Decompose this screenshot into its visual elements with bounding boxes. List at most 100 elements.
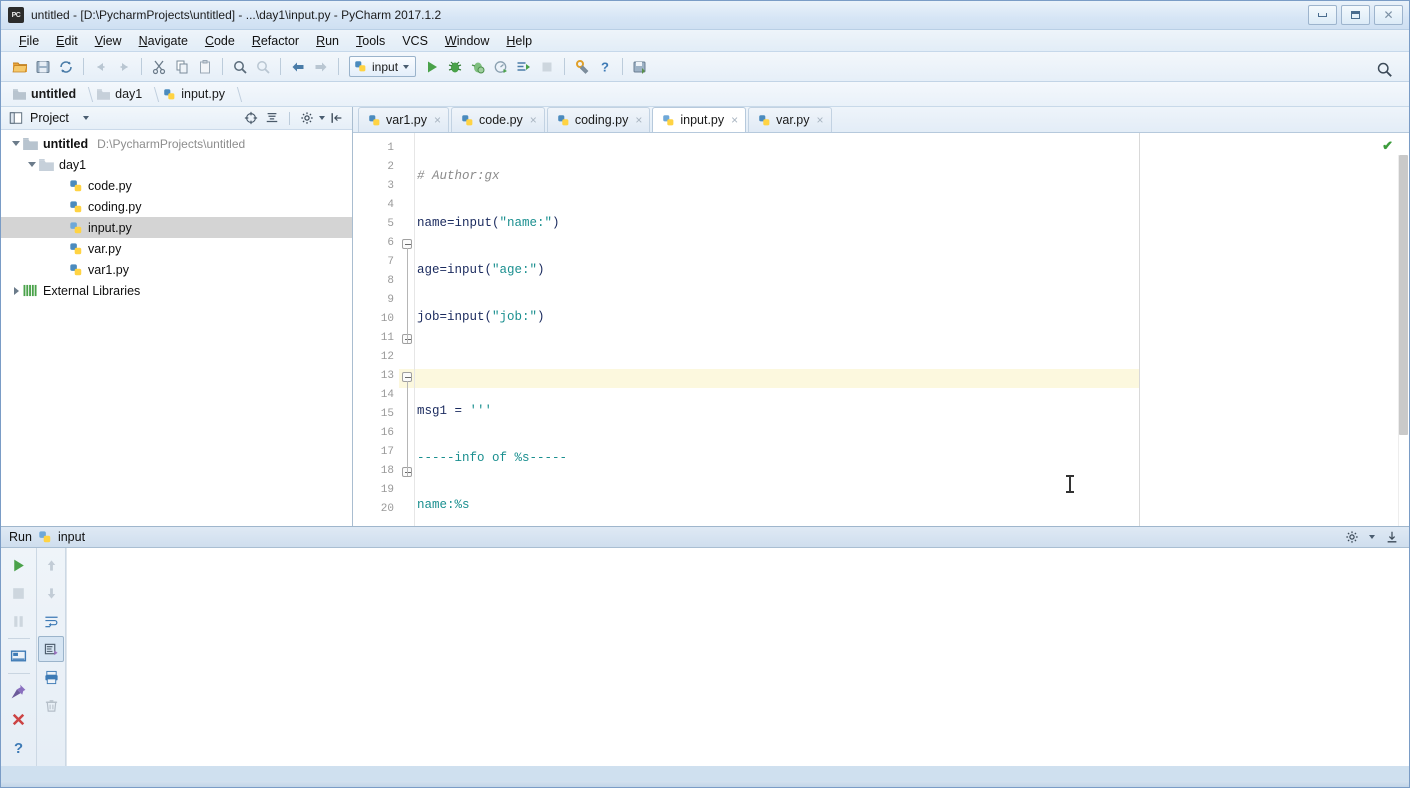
tree-node-external-libraries[interactable]: External Libraries — [1, 280, 352, 301]
twisty-down-icon[interactable] — [25, 162, 39, 167]
code-line: -----info of %s----- — [417, 449, 1139, 468]
menu-help[interactable]: Help — [498, 32, 540, 50]
maximize-button[interactable] — [1341, 5, 1370, 25]
project-tree[interactable]: untitled D:\PycharmProjects\untitled day… — [1, 130, 352, 526]
gear-icon[interactable] — [1343, 528, 1361, 546]
line-number: 20 — [380, 503, 394, 515]
sync-icon[interactable] — [55, 56, 77, 78]
inspection-status-icon[interactable]: ✔ — [1382, 138, 1393, 154]
replace-icon[interactable] — [252, 56, 274, 78]
stop-icon[interactable] — [6, 580, 32, 606]
main-toolbar: input ? — [1, 52, 1409, 82]
run-with-console-icon[interactable] — [513, 56, 535, 78]
menu-navigate[interactable]: Navigate — [131, 32, 196, 50]
menu-edit[interactable]: Edit — [48, 32, 86, 50]
pause-icon[interactable] — [6, 608, 32, 634]
menu-run[interactable]: Run — [308, 32, 347, 50]
menu-view[interactable]: View — [87, 32, 130, 50]
update-icon[interactable] — [629, 56, 651, 78]
coverage-icon[interactable] — [467, 56, 489, 78]
hide-icon[interactable] — [1383, 528, 1401, 546]
breadcrumb-item-day1[interactable]: day1 — [93, 87, 146, 101]
fold-region-bar — [406, 248, 408, 343]
soft-wrap-icon[interactable] — [38, 608, 64, 634]
restore-layout-icon[interactable] — [6, 643, 32, 669]
find-icon[interactable] — [229, 56, 251, 78]
gear-icon[interactable] — [298, 109, 316, 127]
editor-tab-input-py[interactable]: input.py × — [652, 107, 747, 132]
pin-tab-icon[interactable] — [6, 678, 32, 704]
scrollbar-thumb[interactable] — [1399, 155, 1408, 435]
code-text[interactable]: # Author:gx name=input("name:") age=inpu… — [417, 133, 1139, 526]
profile-icon[interactable] — [490, 56, 512, 78]
editor-tab-var1-py[interactable]: var1.py × — [358, 107, 450, 132]
save-all-icon[interactable] — [32, 56, 54, 78]
code-pane[interactable]: 1 2 3 4 5 6 7 8 9 10 11 12 13 14 15 16 1… — [353, 133, 1139, 526]
run-tool-window-label[interactable]: Run — [9, 530, 32, 544]
run-configuration-tab[interactable]: input — [58, 530, 85, 544]
collapse-all-icon[interactable] — [263, 109, 281, 127]
help-icon[interactable]: ? — [6, 734, 32, 760]
chevron-down-icon[interactable] — [319, 116, 325, 120]
menu-tools[interactable]: Tools — [348, 32, 393, 50]
print-icon[interactable] — [38, 664, 64, 690]
close-icon[interactable]: × — [635, 113, 642, 127]
breadcrumb-item-untitled[interactable]: untitled — [9, 87, 80, 101]
tree-node-var-py[interactable]: var.py — [1, 238, 352, 259]
open-folder-icon[interactable] — [9, 56, 31, 78]
menu-file[interactable]: FFileile — [11, 32, 47, 50]
run-icon[interactable] — [421, 56, 443, 78]
menu-vcs[interactable]: VCS — [394, 32, 436, 50]
folder-icon — [13, 88, 26, 100]
tree-node-input-py[interactable]: input.py — [1, 217, 352, 238]
close-icon[interactable]: × — [434, 113, 441, 127]
editor-tab-var-py[interactable]: var.py × — [748, 107, 832, 132]
tree-node-untitled[interactable]: untitled D:\PycharmProjects\untitled — [1, 133, 352, 154]
back-icon[interactable] — [287, 56, 309, 78]
clear-all-icon[interactable] — [38, 692, 64, 718]
editor-tab-coding-py[interactable]: coding.py × — [546, 107, 651, 132]
code-folding-gutter[interactable] — [399, 133, 415, 526]
menu-window[interactable]: Window — [437, 32, 497, 50]
undo-icon[interactable] — [90, 56, 112, 78]
chevron-down-icon[interactable] — [82, 116, 89, 120]
settings-icon[interactable] — [571, 56, 593, 78]
down-arrow-icon[interactable] — [38, 580, 64, 606]
close-icon: ✕ — [1383, 8, 1394, 22]
collapse-target-icon[interactable] — [242, 109, 260, 127]
twisty-down-icon[interactable] — [9, 141, 23, 146]
code-token: msg1 = — [417, 404, 470, 418]
tree-node-code-py[interactable]: code.py — [1, 175, 352, 196]
close-button[interactable]: ✕ — [1374, 5, 1403, 25]
menu-refactor[interactable]: Refactor — [244, 32, 307, 50]
breadcrumb-item-input-py[interactable]: input.py — [159, 87, 229, 101]
search-everywhere-icon[interactable] — [1373, 58, 1395, 80]
chevron-down-icon[interactable] — [1369, 535, 1375, 539]
debug-icon[interactable] — [444, 56, 466, 78]
editor-tab-code-py[interactable]: code.py × — [451, 107, 545, 132]
paste-icon[interactable] — [194, 56, 216, 78]
console-output[interactable] — [66, 548, 1409, 766]
tree-node-coding-py[interactable]: coding.py — [1, 196, 352, 217]
up-arrow-icon[interactable] — [38, 552, 64, 578]
close-icon[interactable]: × — [731, 113, 738, 127]
close-icon[interactable] — [6, 706, 32, 732]
menu-code[interactable]: Code — [197, 32, 243, 50]
twisty-right-icon[interactable] — [9, 286, 23, 295]
redo-icon[interactable] — [113, 56, 135, 78]
cut-icon[interactable] — [148, 56, 170, 78]
copy-icon[interactable] — [171, 56, 193, 78]
close-icon[interactable]: × — [817, 113, 824, 127]
tree-node-day1[interactable]: day1 — [1, 154, 352, 175]
stop-icon[interactable] — [536, 56, 558, 78]
editor-viewport[interactable]: 1 2 3 4 5 6 7 8 9 10 11 12 13 14 15 16 1… — [353, 133, 1409, 526]
run-configuration-selector[interactable]: input — [349, 56, 417, 77]
rerun-icon[interactable] — [6, 552, 32, 578]
close-icon[interactable]: × — [530, 113, 537, 127]
hide-icon[interactable] — [328, 109, 346, 127]
tree-node-var1-py[interactable]: var1.py — [1, 259, 352, 280]
help-icon[interactable]: ? — [594, 56, 616, 78]
minimize-button[interactable] — [1308, 5, 1337, 25]
forward-icon[interactable] — [310, 56, 332, 78]
scroll-to-end-icon[interactable] — [38, 636, 64, 662]
